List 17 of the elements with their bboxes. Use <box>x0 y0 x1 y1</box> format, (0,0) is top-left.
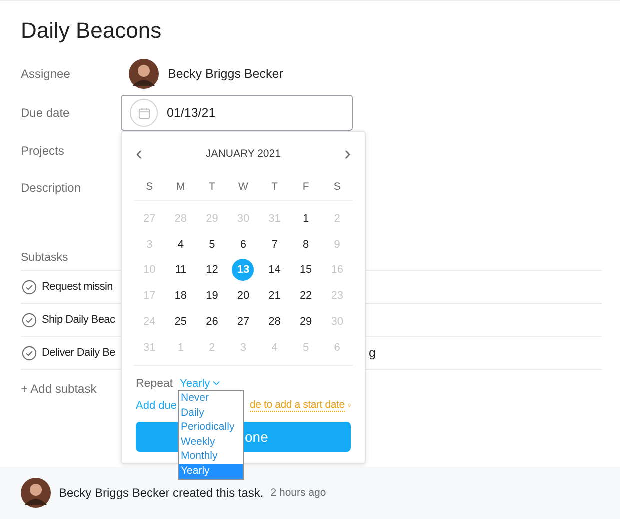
weekday-label: T <box>270 181 279 193</box>
weekday-label: S <box>332 181 342 193</box>
weekday-label: M <box>176 181 186 193</box>
weekday-label: W <box>238 181 250 193</box>
field-label: Projects <box>21 144 66 158</box>
activity-time: 2 hours ago <box>270 487 326 499</box>
activity-text: Becky Briggs Becker created this task. <box>59 486 264 500</box>
weekday-label: F <box>302 181 310 193</box>
field-label: Due date <box>21 106 71 120</box>
subtask-text-fragment: g <box>369 346 376 360</box>
weekday-label: S <box>145 181 154 193</box>
task-title: Daily Beacons <box>21 17 163 45</box>
repeat-label: Repeat <box>136 378 174 390</box>
field-label: Assignee <box>21 67 72 81</box>
month-title: JANUARY 2021 <box>206 148 281 160</box>
field-label: Description <box>21 180 82 194</box>
weekday-label: T <box>208 181 216 193</box>
